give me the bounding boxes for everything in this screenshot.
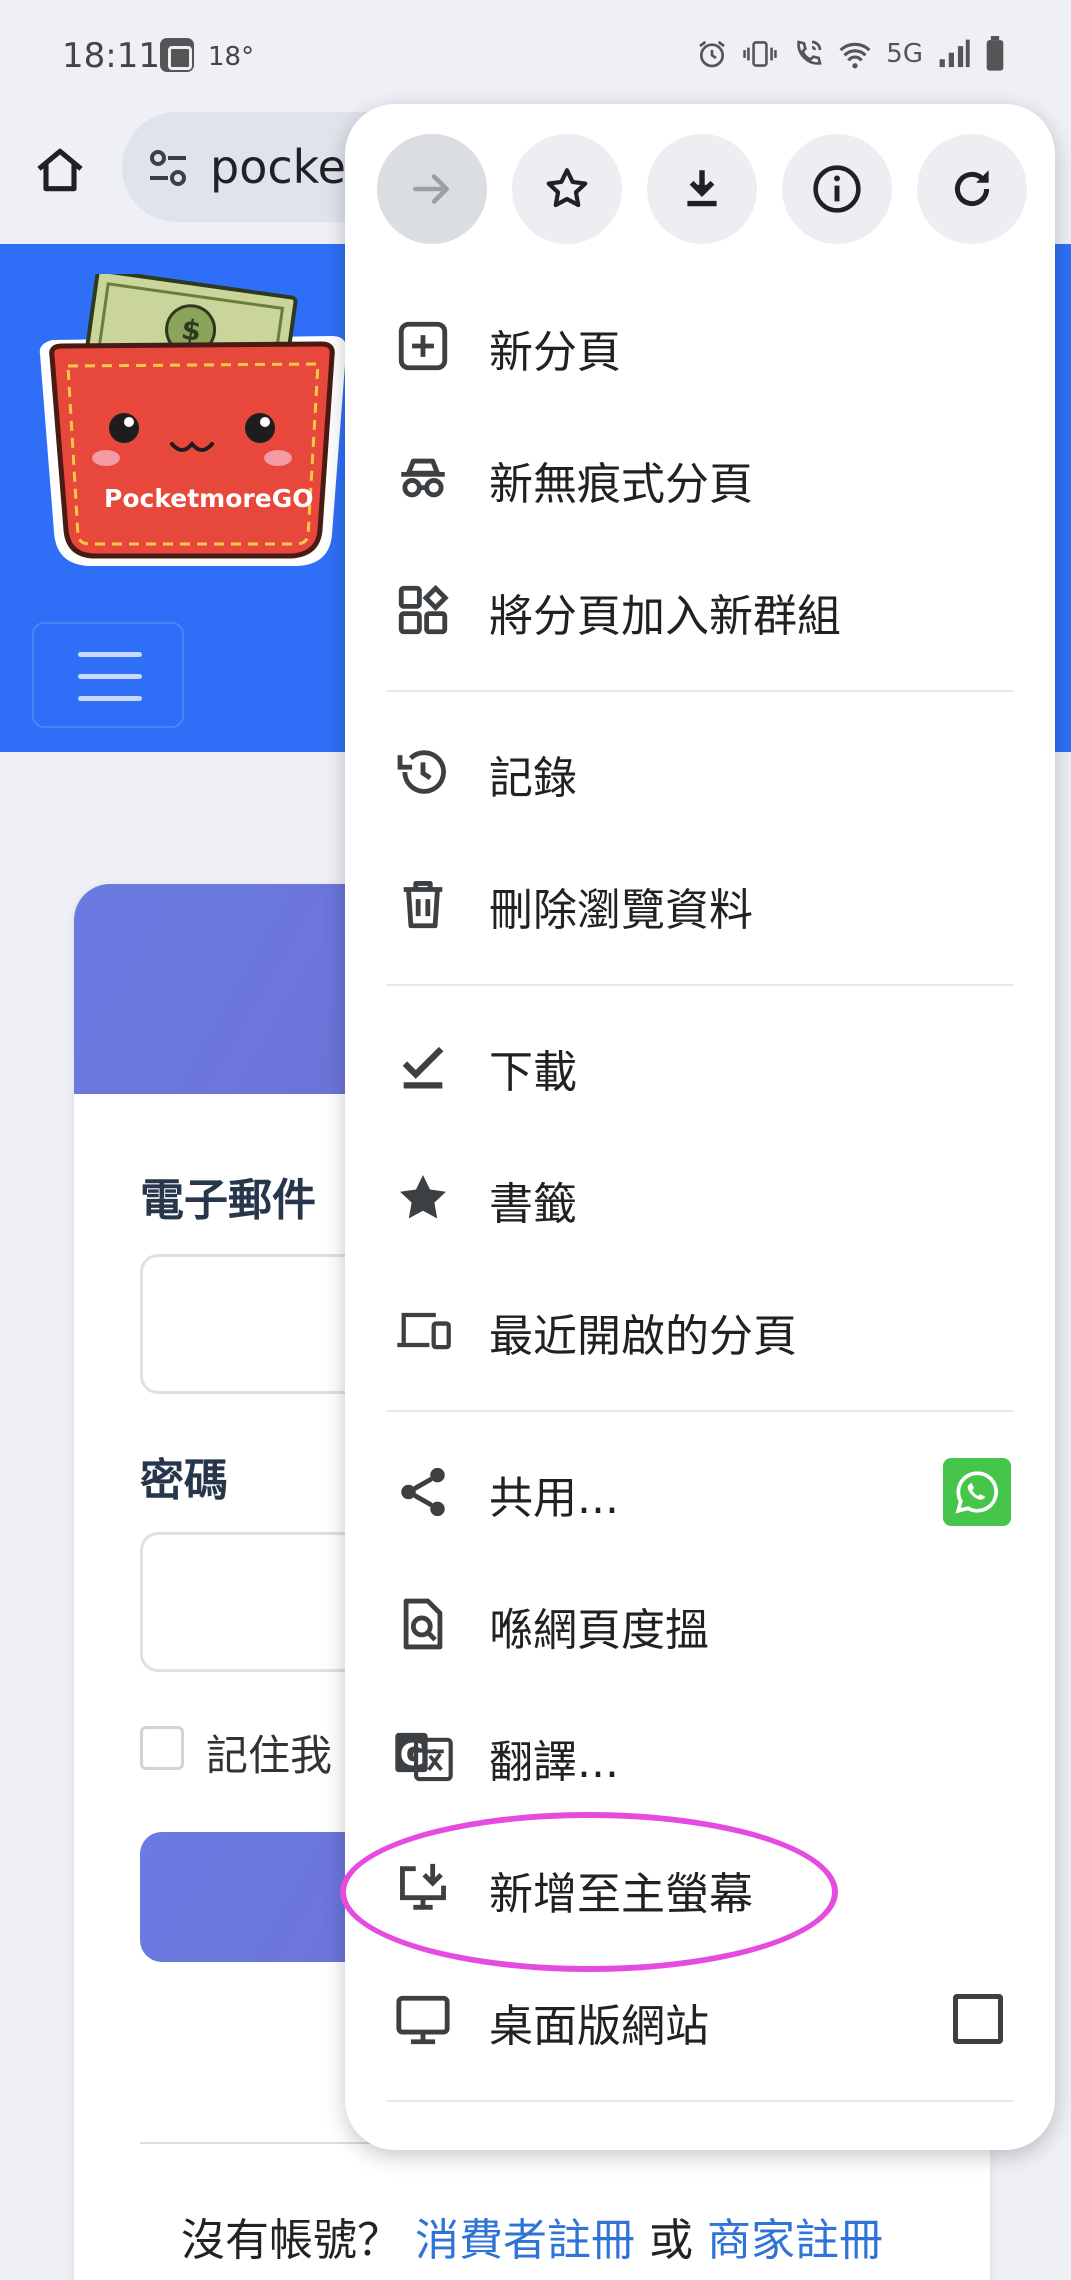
svg-text:G: G bbox=[400, 1738, 425, 1773]
menu-item-add-tab-group[interactable]: 將分頁加入新群組 bbox=[345, 544, 1055, 676]
menu-item-history[interactable]: 記錄 bbox=[345, 706, 1055, 838]
menu-item-find-in-page[interactable]: 喺網頁度搵 bbox=[345, 1558, 1055, 1690]
menu-item-translate[interactable]: G 翻譯... bbox=[345, 1690, 1055, 1822]
register-line: 沒有帳號？ 消費者註冊 或 商家註冊 bbox=[74, 2204, 990, 2268]
battery-icon bbox=[985, 36, 1005, 72]
forward-icon bbox=[413, 174, 449, 204]
menu-item-label: 最近開啟的分頁 bbox=[489, 1311, 797, 1362]
menu-item-clear-data[interactable]: 刪除瀏覽資料 bbox=[345, 838, 1055, 970]
menu-item-label: 桌面版網站 bbox=[489, 2001, 709, 2052]
trash-icon bbox=[393, 874, 453, 934]
hamburger-line-icon bbox=[78, 674, 142, 679]
register-or: 或 bbox=[649, 2215, 693, 2266]
menu-item-label: 翻譯... bbox=[489, 1737, 619, 1788]
download-page-button[interactable] bbox=[647, 134, 757, 244]
site-settings-icon[interactable] bbox=[144, 144, 192, 196]
menu-item-desktop-site[interactable]: 桌面版網站 bbox=[345, 1954, 1055, 2086]
menu-item-new-incognito-tab[interactable]: 新無痕式分頁 bbox=[345, 412, 1055, 544]
history-icon bbox=[393, 742, 453, 802]
menu-item-add-to-home-screen[interactable]: 新增至主螢幕 bbox=[345, 1822, 1055, 1954]
menu-divider bbox=[387, 2100, 1013, 2102]
menu-item-label: 新無痕式分頁 bbox=[489, 459, 753, 510]
bookmark-star-icon bbox=[546, 168, 588, 208]
pocketmorego-logo: $ PocketmoreGO bbox=[39, 274, 347, 566]
translate-icon: G bbox=[393, 1726, 453, 1786]
home-icon bbox=[37, 148, 83, 192]
download-icon bbox=[687, 170, 717, 207]
bookmark-button[interactable] bbox=[512, 134, 622, 244]
network-type: 5G bbox=[886, 39, 923, 69]
refresh-button[interactable] bbox=[917, 134, 1027, 244]
menu-item-label: 刪除瀏覽資料 bbox=[489, 885, 753, 936]
page-info-button[interactable] bbox=[782, 134, 892, 244]
vibrate-icon bbox=[742, 38, 778, 70]
bookmarks-icon bbox=[393, 1168, 453, 1228]
incognito-icon bbox=[393, 448, 453, 508]
tab-group-icon bbox=[393, 580, 453, 640]
info-icon bbox=[813, 165, 861, 213]
menu-item-new-tab[interactable]: 新分頁 bbox=[345, 280, 1055, 412]
status-bar: 18:11 18° 5G bbox=[0, 0, 1071, 112]
signal-icon bbox=[937, 38, 971, 70]
url-text: pocket bbox=[210, 140, 364, 194]
browser-overflow-menu: 新分頁 新無痕式分頁 將分頁加入新群組 記錄 刪除瀏覽資料 下載 書籤 最近開啟… bbox=[345, 104, 1055, 2150]
menu-item-label: 共用... bbox=[489, 1473, 619, 1524]
register-prefix: 沒有帳號？ bbox=[181, 2215, 401, 2266]
menu-action-row bbox=[377, 134, 1027, 246]
remember-me-checkbox[interactable] bbox=[140, 1726, 184, 1770]
menu-divider bbox=[387, 984, 1013, 986]
remember-me-label: 記住我 bbox=[206, 1731, 333, 1780]
wifi-icon bbox=[838, 38, 872, 70]
whatsapp-share-icon[interactable] bbox=[943, 1458, 1011, 1526]
menu-item-recent-tabs[interactable]: 最近開啟的分頁 bbox=[345, 1264, 1055, 1396]
nav-menu-toggle[interactable] bbox=[32, 622, 184, 728]
consumer-register-link[interactable]: 消費者註冊 bbox=[415, 2215, 635, 2266]
logo-text: PocketmoreGO bbox=[104, 484, 313, 513]
status-time: 18:11 bbox=[62, 36, 160, 76]
add-to-home-icon bbox=[393, 1858, 453, 1918]
email-label: 電子郵件 bbox=[140, 1175, 316, 1226]
status-icons: 5G bbox=[696, 36, 1005, 72]
new-tab-icon bbox=[393, 316, 453, 376]
forward-button[interactable] bbox=[377, 134, 487, 244]
menu-item-downloads[interactable]: 下載 bbox=[345, 1000, 1055, 1132]
share-icon bbox=[393, 1462, 453, 1522]
menu-item-label: 新分頁 bbox=[489, 327, 621, 378]
hamburger-line-icon bbox=[78, 652, 142, 657]
status-temperature: 18° bbox=[208, 42, 255, 72]
menu-item-label: 書籤 bbox=[489, 1179, 577, 1230]
hamburger-line-icon bbox=[78, 696, 142, 701]
menu-item-label: 喺網頁度搵 bbox=[489, 1605, 709, 1656]
menu-item-label: 記錄 bbox=[489, 753, 577, 804]
menu-divider bbox=[387, 690, 1013, 692]
menu-item-share[interactable]: 共用... bbox=[345, 1426, 1055, 1558]
alarm-icon bbox=[696, 38, 728, 70]
downloads-icon bbox=[393, 1036, 453, 1096]
merchant-register-link[interactable]: 商家註冊 bbox=[707, 2215, 883, 2266]
menu-item-label: 下載 bbox=[489, 1047, 577, 1098]
wifi-call-icon bbox=[792, 38, 824, 70]
refresh-icon bbox=[954, 170, 990, 207]
desktop-site-icon bbox=[393, 1990, 453, 2050]
recent-tabs-icon bbox=[393, 1300, 453, 1360]
desktop-site-checkbox[interactable] bbox=[953, 1994, 1003, 2044]
menu-item-label: 將分頁加入新群組 bbox=[489, 591, 841, 642]
weather-icon bbox=[160, 38, 194, 72]
menu-item-bookmarks[interactable]: 書籤 bbox=[345, 1132, 1055, 1264]
menu-divider bbox=[387, 1410, 1013, 1412]
menu-item-label: 新增至主螢幕 bbox=[489, 1869, 753, 1920]
password-label: 密碼 bbox=[140, 1455, 228, 1506]
home-button[interactable] bbox=[24, 134, 96, 206]
find-in-page-icon bbox=[393, 1594, 453, 1654]
